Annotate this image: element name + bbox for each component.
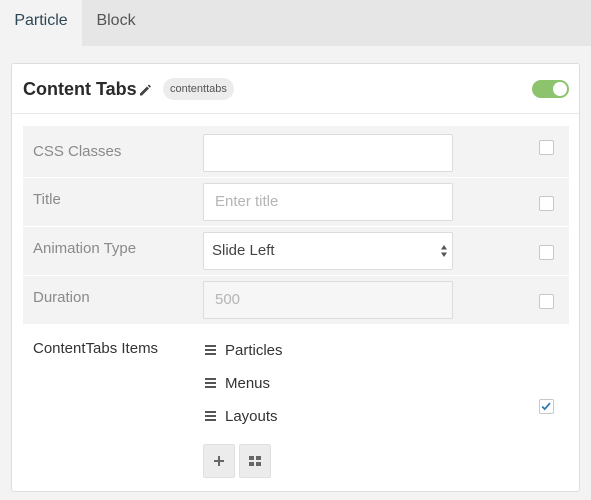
drag-handle-icon[interactable] [205,378,216,388]
css-classes-label: CSS Classes [33,143,122,160]
card-header: Content Tabs contenttabs [12,64,579,114]
grid-view-button[interactable] [239,444,271,478]
animation-type-override-checkbox[interactable] [539,245,554,260]
contenttabs-items-section: ContentTabs Items Particles Menus Layout… [23,325,569,485]
checkmark-icon [541,402,551,411]
animation-type-label: Animation Type [33,240,137,257]
title-label: Title [33,191,61,208]
contenttabs-items-label: ContentTabs Items [33,340,159,357]
css-classes-row: CSS Classes [23,126,569,178]
drag-handle-icon[interactable] [205,345,216,355]
list-item-label: Layouts [225,408,278,425]
duration-row: Duration 500 [23,276,569,325]
duration-override-checkbox[interactable] [539,294,554,309]
add-item-button[interactable] [203,444,235,478]
tab-block[interactable]: Block [82,0,150,46]
particle-type-badge: contenttabs [163,78,234,100]
items-override-checkbox[interactable] [539,399,554,414]
particle-settings-card: Content Tabs contenttabs CSS Classes Tit… [11,63,580,492]
title-placeholder: Enter title [215,193,279,210]
drag-handle-icon[interactable] [205,411,216,421]
title-input[interactable]: Enter title [203,183,453,221]
duration-label: Duration [33,289,90,306]
select-arrows-icon [441,245,447,257]
css-classes-override-checkbox[interactable] [539,140,554,155]
toggle-knob [553,82,567,96]
duration-input[interactable]: 500 [203,281,453,319]
list-item-label: Menus [225,375,271,392]
list-item-label: Particles [225,342,283,359]
title-row: Title Enter title [23,178,569,227]
pencil-icon[interactable] [138,83,152,97]
title-override-checkbox[interactable] [539,196,554,211]
animation-type-row: Animation Type Slide Left [23,227,569,276]
tab-particle[interactable]: Particle [0,0,82,46]
css-classes-input[interactable] [203,134,453,172]
animation-type-select[interactable]: Slide Left [203,232,453,270]
plus-icon [214,456,224,466]
grid-icon [249,456,261,466]
tab-bar: Particle Block [0,0,591,46]
enable-toggle[interactable] [532,80,569,98]
animation-type-value: Slide Left [212,242,275,259]
particle-title: Content Tabs [23,79,137,99]
